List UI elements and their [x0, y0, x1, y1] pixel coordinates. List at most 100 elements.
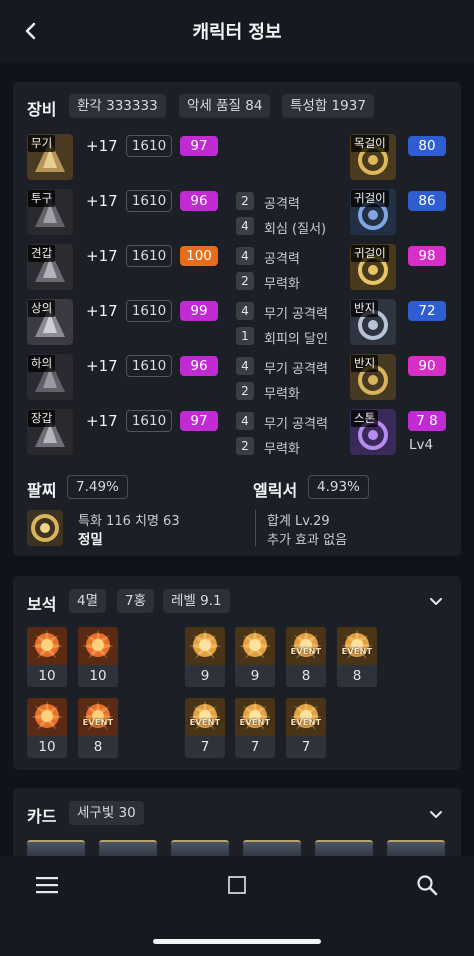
gem-item[interactable]: 10: [78, 627, 118, 687]
armor-icon-4[interactable]: 하의: [27, 354, 73, 400]
gem-item[interactable]: EVENT 8: [78, 698, 118, 758]
armor-item-level: 1610: [126, 410, 172, 432]
transcendence-chip: 환각 333333: [69, 94, 166, 118]
gem-icon: EVENT: [235, 698, 275, 736]
armor-slot-label: 하의: [28, 355, 56, 372]
stone-level: Lv4: [409, 437, 434, 453]
gem-item[interactable]: EVENT 7: [235, 698, 275, 758]
top-bar: 캐릭터 정보: [0, 0, 474, 62]
bracelet-stats: 특화 116 치명 63: [78, 514, 180, 529]
accessory-quality-badge: 86: [408, 191, 446, 211]
gem-level: 10: [27, 736, 67, 758]
accessory-icon-0[interactable]: 목걸이: [350, 134, 396, 180]
gem-level: 9: [185, 665, 225, 687]
effect-name: 공격력: [264, 197, 300, 212]
effect-count-badge: 4: [236, 412, 254, 430]
stat-total-chip: 특성합 1937: [282, 94, 374, 118]
accessory-icon-3[interactable]: 반지: [350, 299, 396, 345]
armor-refine-level: +17: [86, 412, 118, 430]
armor-quality-badge: 100: [180, 246, 218, 266]
gem-icon: EVENT: [185, 698, 225, 736]
gems-crimson-chip: 7홍: [117, 589, 155, 613]
accessory-icon-4[interactable]: 반지: [350, 354, 396, 400]
armor-quality-badge: 96: [180, 191, 218, 211]
bracelet-elixir-divider: [255, 510, 256, 546]
effect-count-badge: 2: [236, 272, 254, 290]
effect-count-badge: 1: [236, 327, 254, 345]
page-title: 캐릭터 정보: [192, 22, 282, 43]
effect-name: 무기 공격력: [264, 362, 328, 377]
armor-icon-3[interactable]: 상의: [27, 299, 73, 345]
gem-level: 8: [78, 736, 118, 758]
effect-count-badge: 4: [236, 357, 254, 375]
armor-icon-2[interactable]: 견갑: [27, 244, 73, 290]
gem-icon: [27, 627, 67, 665]
gem-item[interactable]: 9: [235, 627, 275, 687]
gem-icon: [185, 627, 225, 665]
gem-level: 7: [185, 736, 225, 758]
armor-refine-level: +17: [86, 357, 118, 375]
effect-name: 무기 공격력: [264, 417, 328, 432]
gem-item[interactable]: 10: [27, 698, 67, 758]
armor-slot-label: 투구: [28, 190, 56, 207]
gem-item[interactable]: EVENT 8: [286, 627, 326, 687]
accessory-slot-label: 반지: [351, 355, 379, 372]
accessory-slot-label: 반지: [351, 300, 379, 317]
armor-refine-level: +17: [86, 137, 118, 155]
effect-name: 무력화: [264, 277, 300, 292]
gem-item[interactable]: EVENT 7: [286, 698, 326, 758]
search-icon[interactable]: [416, 874, 438, 896]
armor-refine-level: +17: [86, 192, 118, 210]
gem-level: 10: [27, 665, 67, 687]
accessory-slot-label: 귀걸이: [351, 245, 389, 262]
accessory-quality-badge: 7 8: [408, 411, 446, 431]
gem-level: 10: [78, 665, 118, 687]
gem-item[interactable]: 10: [27, 627, 67, 687]
gem-item[interactable]: 9: [185, 627, 225, 687]
effect-count-badge: 2: [236, 382, 254, 400]
accessory-slot-label: 목걸이: [351, 135, 389, 152]
gem-event-tag: EVENT: [82, 718, 114, 727]
gem-item[interactable]: EVENT 7: [185, 698, 225, 758]
armor-slot-label: 견갑: [28, 245, 56, 262]
elixir-title: 엘릭서: [253, 481, 298, 500]
gems-level-chip: 레벨 9.1: [163, 589, 230, 613]
bracelet-icon[interactable]: [27, 510, 63, 546]
gem-item[interactable]: EVENT 8: [337, 627, 377, 687]
gem-level: 8: [337, 665, 377, 687]
accessory-icon-2[interactable]: 귀걸이: [350, 244, 396, 290]
accessory-quality-badge: 90: [408, 356, 446, 376]
armor-icon-0[interactable]: 무기: [27, 134, 73, 180]
armor-item-level: 1610: [126, 245, 172, 267]
armor-quality-badge: 99: [180, 301, 218, 321]
cards-expand-chevron-icon[interactable]: [427, 805, 445, 823]
armor-item-level: 1610: [126, 300, 172, 322]
accessory-quality-badge: 98: [408, 246, 446, 266]
effect-name: 회심 (질서): [264, 222, 327, 237]
gems-title: 보석: [27, 595, 57, 614]
gem-event-tag: EVENT: [239, 718, 271, 727]
accessory-slot-label: 스톤: [351, 410, 379, 427]
gems-doom-chip: 4멸: [69, 589, 107, 613]
armor-refine-level: +17: [86, 302, 118, 320]
accessory-slot-label: 귀걸이: [351, 190, 389, 207]
gem-level: 7: [286, 736, 326, 758]
gem-icon: [235, 627, 275, 665]
gems-expand-chevron-icon[interactable]: [427, 592, 445, 610]
bracelet-title: 팔찌: [27, 481, 57, 500]
armor-icon-1[interactable]: 투구: [27, 189, 73, 235]
accessory-icon-5[interactable]: 스톤: [350, 409, 396, 455]
effect-name: 무기 공격력: [264, 307, 328, 322]
armor-icon-5[interactable]: 장갑: [27, 409, 73, 455]
gem-icon: EVENT: [286, 698, 326, 736]
home-icon[interactable]: [228, 876, 246, 894]
gem-icon: [78, 627, 118, 665]
accessory-quality-badge: 72: [408, 301, 446, 321]
gem-level: 9: [235, 665, 275, 687]
cards-title: 카드: [27, 807, 57, 826]
gem-icon: EVENT: [337, 627, 377, 665]
armor-refine-level: +17: [86, 247, 118, 265]
menu-icon[interactable]: [36, 876, 58, 894]
accessory-icon-1[interactable]: 귀걸이: [350, 189, 396, 235]
gem-icon: EVENT: [286, 627, 326, 665]
